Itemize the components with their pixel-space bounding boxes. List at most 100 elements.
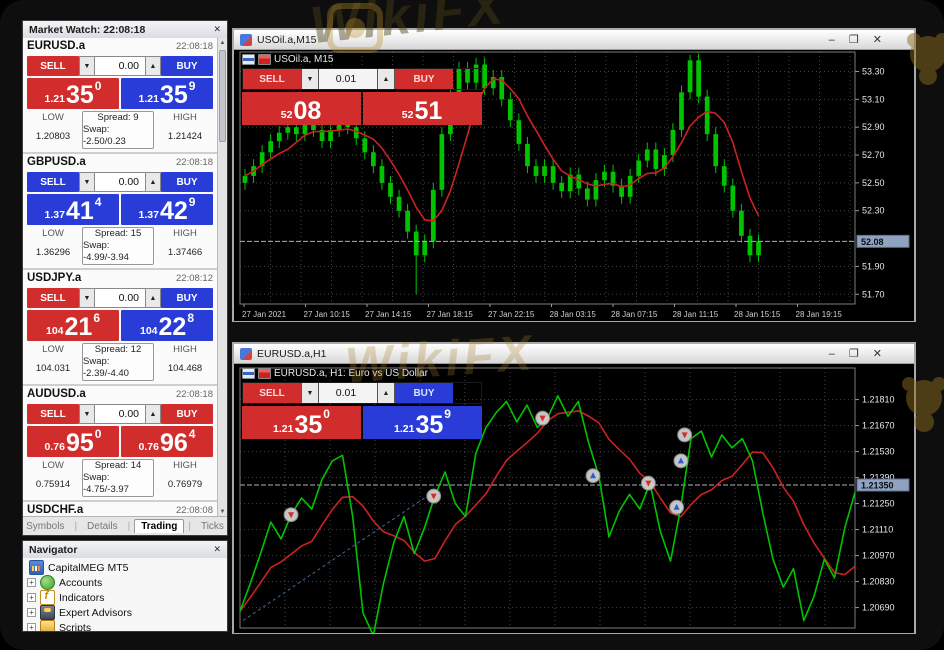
symbol-name[interactable]: USDCHF.a <box>27 504 83 516</box>
volume-up-stepper[interactable]: ▲ <box>145 56 161 76</box>
expand-icon[interactable]: + <box>27 578 36 587</box>
volume-down-stepper[interactable]: ▼ <box>79 56 95 76</box>
sidebar-item-capitalmeg-mt5[interactable]: CapitalMEG MT5 <box>23 560 227 575</box>
market-watch-tile: USDJPY.a 22:08:12 SELL ▼ 0.00 ▲ BUY 104 … <box>23 270 217 386</box>
buy-button[interactable]: BUY <box>395 69 453 89</box>
sell-quote-button[interactable]: 104 21 6 <box>27 310 119 341</box>
close-icon[interactable]: ✕ <box>211 24 223 35</box>
volume-field[interactable]: 0.00 <box>95 404 145 424</box>
expand-icon[interactable]: + <box>27 608 36 617</box>
scroll-up-icon[interactable]: ▲ <box>218 38 227 48</box>
volume-down-stepper[interactable]: ▼ <box>301 383 319 403</box>
buy-button[interactable]: BUY <box>395 383 453 403</box>
buy-quote-button[interactable]: 104 22 8 <box>121 310 213 341</box>
sell-button[interactable]: SELL <box>27 288 79 308</box>
tab-details[interactable]: Details <box>81 520 124 533</box>
buy-price-pip: 9 <box>189 195 196 209</box>
tab-trading[interactable]: Trading <box>134 519 184 533</box>
market-watch-header[interactable]: Market Watch: 22:08:18 ✕ <box>23 21 227 39</box>
low-value: 104.031 <box>27 363 79 382</box>
buy-button[interactable]: BUY <box>161 288 213 308</box>
navigator-header[interactable]: Navigator ✕ <box>23 541 227 559</box>
spread-box: Spread: 15 Swap: -4.99/-3.94 <box>82 227 154 265</box>
volume-down-stepper[interactable]: ▼ <box>79 288 95 308</box>
sell-price-pip: 0 <box>323 407 330 421</box>
sell-price-main: 35 <box>66 83 94 108</box>
expand-icon[interactable]: + <box>27 593 36 602</box>
symbol-name[interactable]: AUDUSD.a <box>27 388 86 400</box>
usoil-titlebar[interactable]: USOil.a,M15 – ❐ ✕ <box>234 30 914 50</box>
high-label: HIGH <box>157 459 213 479</box>
close-icon[interactable]: ✕ <box>211 544 223 555</box>
buy-trade-marker <box>670 500 684 514</box>
volume-field[interactable]: 0.00 <box>95 172 145 192</box>
volume-field[interactable]: 0.00 <box>95 56 145 76</box>
quote-time: 22:08:08 <box>176 505 213 516</box>
indicators-icon <box>40 590 55 605</box>
tab-symbols[interactable]: Symbols <box>22 520 70 533</box>
buy-button[interactable]: BUY <box>161 56 213 76</box>
sell-button[interactable]: SELL <box>27 172 79 192</box>
volume-up-stepper[interactable]: ▲ <box>377 383 395 403</box>
symbol-name[interactable]: GBPUSD.a <box>27 156 86 168</box>
eurusd-titlebar[interactable]: EURUSD.a,H1 – ❐ ✕ <box>234 344 914 364</box>
sell-price-pip: 6 <box>93 311 100 325</box>
market-watch-tabs: Symbols|Details|Trading|Ticks <box>23 516 227 535</box>
market-watch-scrollbar[interactable]: ▲ ▼ <box>217 38 227 517</box>
volume-up-stepper[interactable]: ▲ <box>145 288 161 308</box>
volume-field[interactable]: 0.01 <box>319 69 377 89</box>
sell-button[interactable]: SELL <box>243 383 301 403</box>
sell-button[interactable]: SELL <box>243 69 301 89</box>
buy-button[interactable]: BUY <box>161 404 213 424</box>
sell-price-main: 41 <box>66 199 94 224</box>
buy-price-prefix: 0.76 <box>139 441 159 453</box>
buy-quote-button[interactable]: 1.21 35 9 <box>121 78 213 109</box>
buy-price-main: 22 <box>159 315 187 340</box>
sidebar-item-accounts[interactable]: +Accounts <box>23 575 227 590</box>
buy-quote-button[interactable]: 0.76 96 4 <box>121 426 213 457</box>
volume-field[interactable]: 0.00 <box>95 288 145 308</box>
volume-up-stepper[interactable]: ▲ <box>377 69 395 89</box>
sidebar-item-indicators[interactable]: +Indicators <box>23 590 227 605</box>
svg-text:1.21530: 1.21530 <box>862 447 895 457</box>
market-watch-tile: GBPUSD.a 22:08:18 SELL ▼ 0.00 ▲ BUY 1.37… <box>23 154 217 270</box>
volume-field[interactable]: 0.01 <box>319 383 377 403</box>
nav-item-label: CapitalMEG MT5 <box>48 562 129 574</box>
quote-time: 22:08:18 <box>176 157 213 168</box>
buy-price-pip: 8 <box>187 311 194 325</box>
sell-quote-button[interactable]: 1.21 35 0 <box>27 78 119 109</box>
sell-quote-button[interactable]: 1.21 35 0 <box>242 406 361 439</box>
volume-down-stepper[interactable]: ▼ <box>79 404 95 424</box>
tab-ticks[interactable]: Ticks <box>195 520 228 533</box>
minimize-icon[interactable]: – <box>829 34 835 46</box>
maximize-icon[interactable]: ❐ <box>849 348 859 360</box>
volume-down-stepper[interactable]: ▼ <box>79 172 95 192</box>
buy-button[interactable]: BUY <box>161 172 213 192</box>
low-label: LOW <box>27 343 79 363</box>
buy-quote-button[interactable]: 1.37 42 9 <box>121 194 213 225</box>
buy-quote-button[interactable]: 52 51 <box>363 92 482 125</box>
sidebar-item-scripts[interactable]: +Scripts <box>23 620 227 632</box>
high-value: 1.37466 <box>157 247 213 266</box>
tab-divider: | <box>188 521 191 532</box>
close-icon[interactable]: ✕ <box>873 34 882 46</box>
sell-quote-button[interactable]: 0.76 95 0 <box>27 426 119 457</box>
market-watch-tile: AUDUSD.a 22:08:18 SELL ▼ 0.00 ▲ BUY 0.76… <box>23 386 217 502</box>
maximize-icon[interactable]: ❐ <box>849 34 859 46</box>
volume-up-stepper[interactable]: ▲ <box>145 172 161 192</box>
sell-button[interactable]: SELL <box>27 404 79 424</box>
volume-down-stepper[interactable]: ▼ <box>301 69 319 89</box>
sell-button[interactable]: SELL <box>27 56 79 76</box>
symbol-name[interactable]: EURUSD.a <box>27 40 85 52</box>
volume-up-stepper[interactable]: ▲ <box>145 404 161 424</box>
symbol-name[interactable]: USDJPY.a <box>27 272 81 284</box>
expand-icon[interactable]: + <box>27 623 36 632</box>
close-icon[interactable]: ✕ <box>873 348 882 360</box>
minimize-icon[interactable]: – <box>829 348 835 360</box>
scrollbar-thumb[interactable] <box>219 50 226 142</box>
sidebar-item-expert-advisors[interactable]: +Expert Advisors <box>23 605 227 620</box>
sell-price-prefix: 0.76 <box>45 441 65 453</box>
sell-quote-button[interactable]: 1.37 41 4 <box>27 194 119 225</box>
buy-quote-button[interactable]: 1.21 35 9 <box>363 406 482 439</box>
sell-quote-button[interactable]: 52 08 <box>242 92 361 125</box>
